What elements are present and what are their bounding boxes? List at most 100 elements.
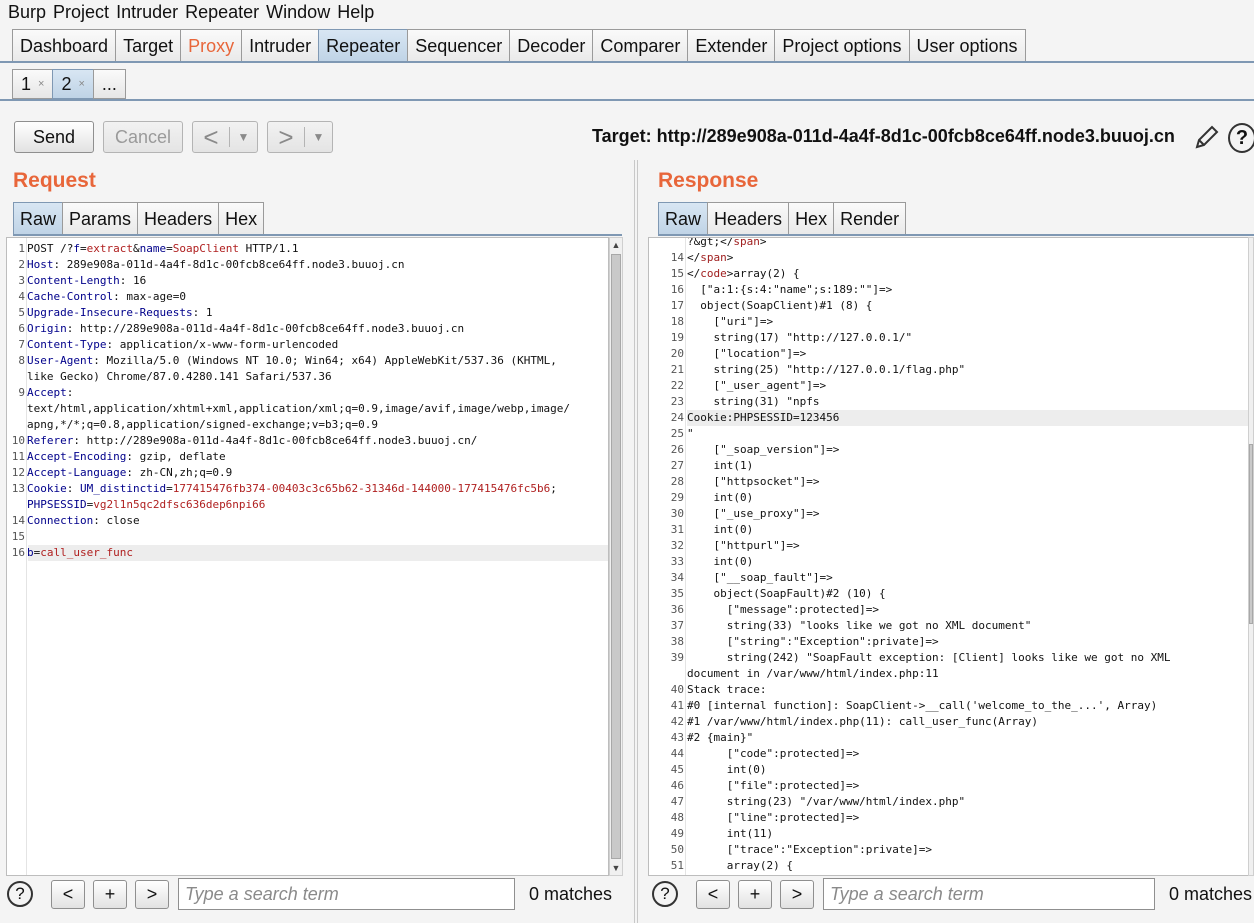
dropdown-arrow-icon[interactable]: ▼ [230,130,257,144]
request-line[interactable]: Upgrade-Insecure-Requests: 1 [27,305,212,321]
response-line[interactable]: string(17) "http://127.0.0.1/" [687,330,912,346]
response-line[interactable]: " [687,426,694,442]
request-tab-headers[interactable]: Headers [137,202,220,235]
help-icon[interactable]: ? [7,881,33,907]
response-line[interactable]: #1 /var/www/html/index.php(11): call_use… [687,714,1038,730]
request-tab-raw[interactable]: Raw [13,202,64,235]
response-line[interactable]: </code>array(2) { [687,266,800,282]
response-line[interactable]: ["file":protected]=> [687,778,859,794]
response-line[interactable]: string(25) "http://127.0.0.1/flag.php" [687,362,965,378]
response-line[interactable]: ["location"]=> [687,346,806,362]
tab-proxy[interactable]: Proxy [180,29,243,62]
cancel-button[interactable]: Cancel [103,121,183,153]
response-line[interactable]: string(242) "SoapFault exception: [Clien… [687,650,1171,666]
tab-extender[interactable]: Extender [687,29,776,62]
response-line[interactable]: ["message":protected]=> [687,602,879,618]
tab-project-options[interactable]: Project options [774,29,910,62]
response-line[interactable]: Stack trace: [687,682,766,698]
response-line[interactable]: int(1) [687,458,753,474]
request-line[interactable]: Accept-Language: zh-CN,zh;q=0.9 [27,465,232,481]
response-line[interactable]: </span> [687,250,733,266]
menu-repeater[interactable]: Repeater [185,1,259,23]
response-line[interactable]: int(0) [687,762,767,778]
response-line[interactable]: array(2) { [687,858,793,874]
response-line[interactable]: Cookie:PHPSESSID=123456 [687,410,839,426]
request-editor[interactable]: 1 POST /?f=extract&name=SoapClient HTTP/1… [6,237,609,876]
tab-comparer[interactable]: Comparer [592,29,689,62]
request-tab-params[interactable]: Params [62,202,139,235]
response-line[interactable]: ["httpsocket"]=> [687,474,819,490]
scroll-down-icon[interactable]: ▼ [610,861,622,875]
request-line[interactable]: Cookie: UM_distinctid=177415476fb374-004… [27,481,557,497]
response-search-input[interactable] [823,878,1155,910]
request-line[interactable]: User-Agent: Mozilla/5.0 (Windows NT 10.0… [27,353,557,369]
response-line[interactable]: ["httpurl"]=> [687,538,799,554]
response-line[interactable]: int(11) [687,826,773,842]
request-scrollbar[interactable]: ▲ ▼ [609,237,623,876]
close-icon[interactable]: × [38,78,44,90]
pencil-icon[interactable] [1193,123,1221,151]
request-line[interactable]: Cache-Control: max-age=0 [27,289,186,305]
response-line[interactable]: ?&gt;</span> [687,238,766,250]
response-tab-hex[interactable]: Hex [788,202,835,235]
request-line[interactable]: text/html,application/xhtml+xml,applicat… [27,401,570,417]
back-button[interactable]: < ▼ [192,121,258,153]
scroll-thumb[interactable] [1249,444,1253,624]
repeater-tab-1[interactable]: 1 × [12,69,54,99]
response-line[interactable]: #2 {main}" [687,730,753,746]
scroll-up-icon[interactable]: ▲ [610,238,622,252]
dropdown-arrow-icon[interactable]: ▼ [305,130,332,144]
help-icon[interactable]: ? [652,881,678,907]
tab-target[interactable]: Target [115,29,182,62]
request-line[interactable]: Content-Type: application/x-www-form-url… [27,337,338,353]
repeater-tab-3[interactable]: ... [92,69,126,99]
response-line[interactable]: int(0) [687,490,753,506]
request-line[interactable]: Referer: http://289e908a-011d-4a4f-8d1c-… [27,433,477,449]
response-tab-render[interactable]: Render [833,202,907,235]
menu-project[interactable]: Project [53,1,109,23]
response-line[interactable]: ["code":protected]=> [687,746,859,762]
response-line[interactable]: #0 [internal function]: SoapClient->__ca… [687,698,1157,714]
request-line[interactable]: Host: 289e908a-011d-4a4f-8d1c-00fcb8ce64… [27,257,405,273]
tab-dashboard[interactable]: Dashboard [12,29,117,62]
response-line[interactable]: ["__soap_fault"]=> [687,570,832,586]
request-line[interactable]: Content-Length: 16 [27,273,146,289]
request-line[interactable]: POST /?f=extract&name=SoapClient HTTP/1.… [27,241,299,257]
response-line[interactable]: string(33) "looks like we got no XML doc… [687,618,1032,634]
search-next-button[interactable]: > [135,880,169,909]
scroll-thumb[interactable] [611,254,621,859]
request-line[interactable]: PHPSESSID=vg2l1n5qc2dfsc636dep6npi66 [27,497,265,513]
response-line[interactable]: int(0) [687,522,753,538]
tab-user-options[interactable]: User options [908,29,1026,62]
forward-button[interactable]: > ▼ [267,121,333,153]
split-pane-divider[interactable] [634,160,638,923]
response-scrollbar[interactable] [1248,237,1254,876]
search-next-button[interactable]: > [780,880,814,909]
response-line[interactable]: ["_user_agent"]=> [687,378,826,394]
request-line[interactable]: b=call_user_func [27,545,133,561]
response-line[interactable]: ["line":protected]=> [687,810,859,826]
search-add-button[interactable]: + [93,880,127,909]
response-tab-headers[interactable]: Headers [707,202,790,235]
close-icon[interactable]: × [78,78,84,90]
menu-help[interactable]: Help [337,1,374,23]
menu-window[interactable]: Window [266,1,330,23]
repeater-tab-2[interactable]: 2 × [52,69,94,99]
request-line[interactable]: Accept: [27,385,73,401]
response-line[interactable]: ["a:1:{s:4:"name";s:189:""]=> [687,282,892,298]
response-tab-raw[interactable]: Raw [658,202,709,235]
request-line[interactable]: apng,*/*;q=0.8,application/signed-exchan… [27,417,378,433]
response-line[interactable]: ["_soap_version"]=> [687,442,839,458]
response-line[interactable]: string(23) "/var/www/html/index.php" [687,794,965,810]
response-line[interactable]: ["trace":"Exception":private]=> [687,842,932,858]
search-prev-button[interactable]: < [51,880,85,909]
request-line[interactable]: Connection: close [27,513,140,529]
help-icon[interactable]: ? [1228,123,1254,153]
response-line[interactable]: ["string":"Exception":private]=> [687,634,939,650]
menu-intruder[interactable]: Intruder [116,1,178,23]
search-add-button[interactable]: + [738,880,772,909]
request-tab-hex[interactable]: Hex [218,202,265,235]
response-line[interactable]: int(0) [687,554,753,570]
request-line[interactable]: like Gecko) Chrome/87.0.4280.141 Safari/… [27,369,332,385]
response-line[interactable]: ["_use_proxy"]=> [687,506,819,522]
